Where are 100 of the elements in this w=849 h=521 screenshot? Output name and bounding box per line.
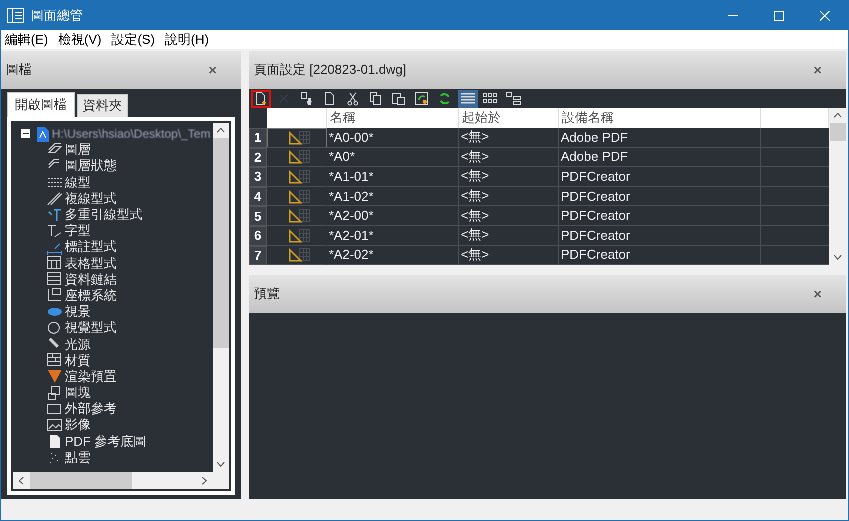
window-title: 圖面總管 <box>31 6 84 24</box>
table-cell: *A2-01* <box>327 226 459 246</box>
table-icon <box>47 256 63 272</box>
tree-item[interactable]: 標註型式 <box>65 238 117 256</box>
table-cell: Adobe PDF <box>559 148 761 168</box>
tree-item[interactable]: 圖層狀態 <box>65 157 117 176</box>
table-cell: <無> <box>459 128 559 148</box>
collapse-icon[interactable] <box>21 129 31 140</box>
table-cell: Adobe PDF <box>559 128 761 148</box>
close-icon <box>820 10 830 20</box>
table-cell[interactable] <box>267 128 327 148</box>
panel-title: 頁面設定 [220823-01.dwg] <box>254 61 406 79</box>
close-button[interactable]: × <box>814 286 822 302</box>
tab[interactable]: 開啟圖檔 <box>7 92 75 117</box>
tree-item[interactable]: 資料鏈結 <box>65 270 117 289</box>
funnel-icon <box>47 369 63 384</box>
copy-icon <box>369 92 383 106</box>
table-cell: PDFCreator <box>559 206 761 226</box>
window-icon <box>47 402 63 417</box>
table-cell[interactable] <box>267 246 327 266</box>
page-icon <box>323 92 337 106</box>
panel-title: 圖檔 <box>6 61 32 79</box>
new-page-icon <box>254 92 268 106</box>
tree-item[interactable]: 座標系統 <box>65 286 117 305</box>
column-header <box>761 108 829 128</box>
table-icon <box>47 272 63 288</box>
maximize-icon <box>774 10 784 20</box>
table-cell: <無> <box>459 246 559 266</box>
tree-item[interactable]: 影像 <box>65 416 91 434</box>
text-cursor-icon <box>47 208 63 223</box>
tree-item[interactable]: 表格型式 <box>65 254 117 273</box>
menu-item[interactable]: 編輯(E) <box>5 30 48 48</box>
diagonal-lines-icon <box>47 191 63 206</box>
tree-item[interactable]: 字型 <box>65 222 91 240</box>
column-header[interactable]: 設備名稱 <box>559 108 761 128</box>
row-number: 1 <box>249 128 267 148</box>
menu-item[interactable]: 檢視(V) <box>58 30 102 48</box>
tree-item[interactable]: 材質 <box>65 352 91 370</box>
tree-item[interactable]: 視覺型式 <box>65 319 117 338</box>
tree-item[interactable]: 圖層 <box>65 141 91 160</box>
chevron-up-icon[interactable] <box>834 113 842 118</box>
chevron-down-icon[interactable] <box>217 462 225 467</box>
file-icon <box>37 126 49 142</box>
view-button[interactable] <box>504 90 524 108</box>
menu-item[interactable]: 設定(S) <box>112 30 156 48</box>
grid-icon <box>47 353 63 368</box>
table-cell: *A1-02* <box>327 186 459 206</box>
text-icon <box>47 224 63 239</box>
tree-item[interactable]: 點雲 <box>65 448 91 467</box>
column-header <box>267 108 327 128</box>
toolbar-button[interactable] <box>251 90 271 108</box>
chevron-left-icon[interactable] <box>19 476 24 484</box>
window-icon <box>7 8 25 24</box>
table-cell: PDFCreator <box>559 167 761 187</box>
tree-item[interactable]: 圖塊 <box>65 384 91 402</box>
tree-item[interactable]: 多重引線型式 <box>65 206 143 224</box>
refresh-icon <box>438 92 452 106</box>
tree-item[interactable]: 線型 <box>65 174 91 192</box>
scissors-icon <box>347 92 359 106</box>
table-cell: <無> <box>459 148 559 168</box>
table-cell: <無> <box>459 206 559 226</box>
table-cell[interactable] <box>267 148 327 168</box>
tree-item[interactable]: 外部參考 <box>65 400 117 418</box>
chevron-up-icon[interactable] <box>217 128 225 133</box>
tab[interactable]: 資料夾 <box>77 94 128 117</box>
blocks-icon <box>47 386 63 401</box>
row-number: 2 <box>249 148 267 168</box>
table-cell: <無> <box>459 226 559 246</box>
brush-icon <box>300 92 314 106</box>
tree-item[interactable]: 視景 <box>65 303 91 322</box>
table-cell: <無> <box>459 167 559 187</box>
grid-view-icon <box>483 92 499 104</box>
view-button[interactable] <box>458 90 478 108</box>
scroll-thumb[interactable] <box>830 123 846 141</box>
column-header[interactable]: 起始於 <box>459 108 559 128</box>
menu-item[interactable]: 說明(H) <box>165 30 210 48</box>
circle-icon <box>47 320 63 336</box>
axes-icon <box>47 288 63 304</box>
tree-item[interactable]: 渲染預置 <box>65 368 117 386</box>
scroll-thumb[interactable] <box>213 138 229 348</box>
close-button[interactable]: × <box>208 62 217 78</box>
scroll-thumb[interactable] <box>30 472 132 489</box>
close-button[interactable]: × <box>814 62 822 78</box>
tree-item[interactable]: 複線型式 <box>65 190 117 208</box>
row-number: 6 <box>249 226 267 246</box>
chevron-down-icon[interactable] <box>834 255 842 260</box>
tree-item[interactable]: 光源 <box>65 336 91 354</box>
row-number: 3 <box>249 167 267 187</box>
import-icon <box>415 92 429 106</box>
tree-item[interactable]: PDF 參考底圖 <box>65 432 147 451</box>
vertical-scrollbar[interactable] <box>213 123 229 472</box>
row-number: 5 <box>249 206 267 226</box>
image-icon <box>47 418 63 433</box>
horizontal-scrollbar[interactable] <box>13 472 229 489</box>
row-number: 7 <box>249 246 267 266</box>
document-icon <box>47 434 63 450</box>
table-cell: <無> <box>459 186 559 206</box>
column-header[interactable]: 名稱 <box>327 108 459 128</box>
chevron-right-icon[interactable] <box>202 476 207 484</box>
paste-icon <box>392 92 406 106</box>
